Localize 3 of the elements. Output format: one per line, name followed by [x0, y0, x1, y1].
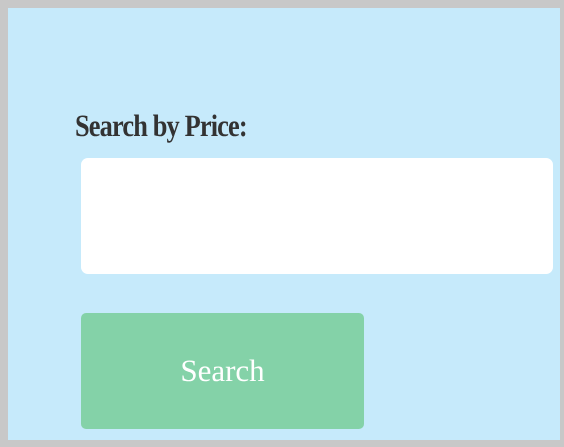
search-button[interactable]: Search [81, 313, 364, 429]
price-field[interactable] [81, 158, 553, 274]
search-label: Search by Price: [75, 107, 247, 145]
